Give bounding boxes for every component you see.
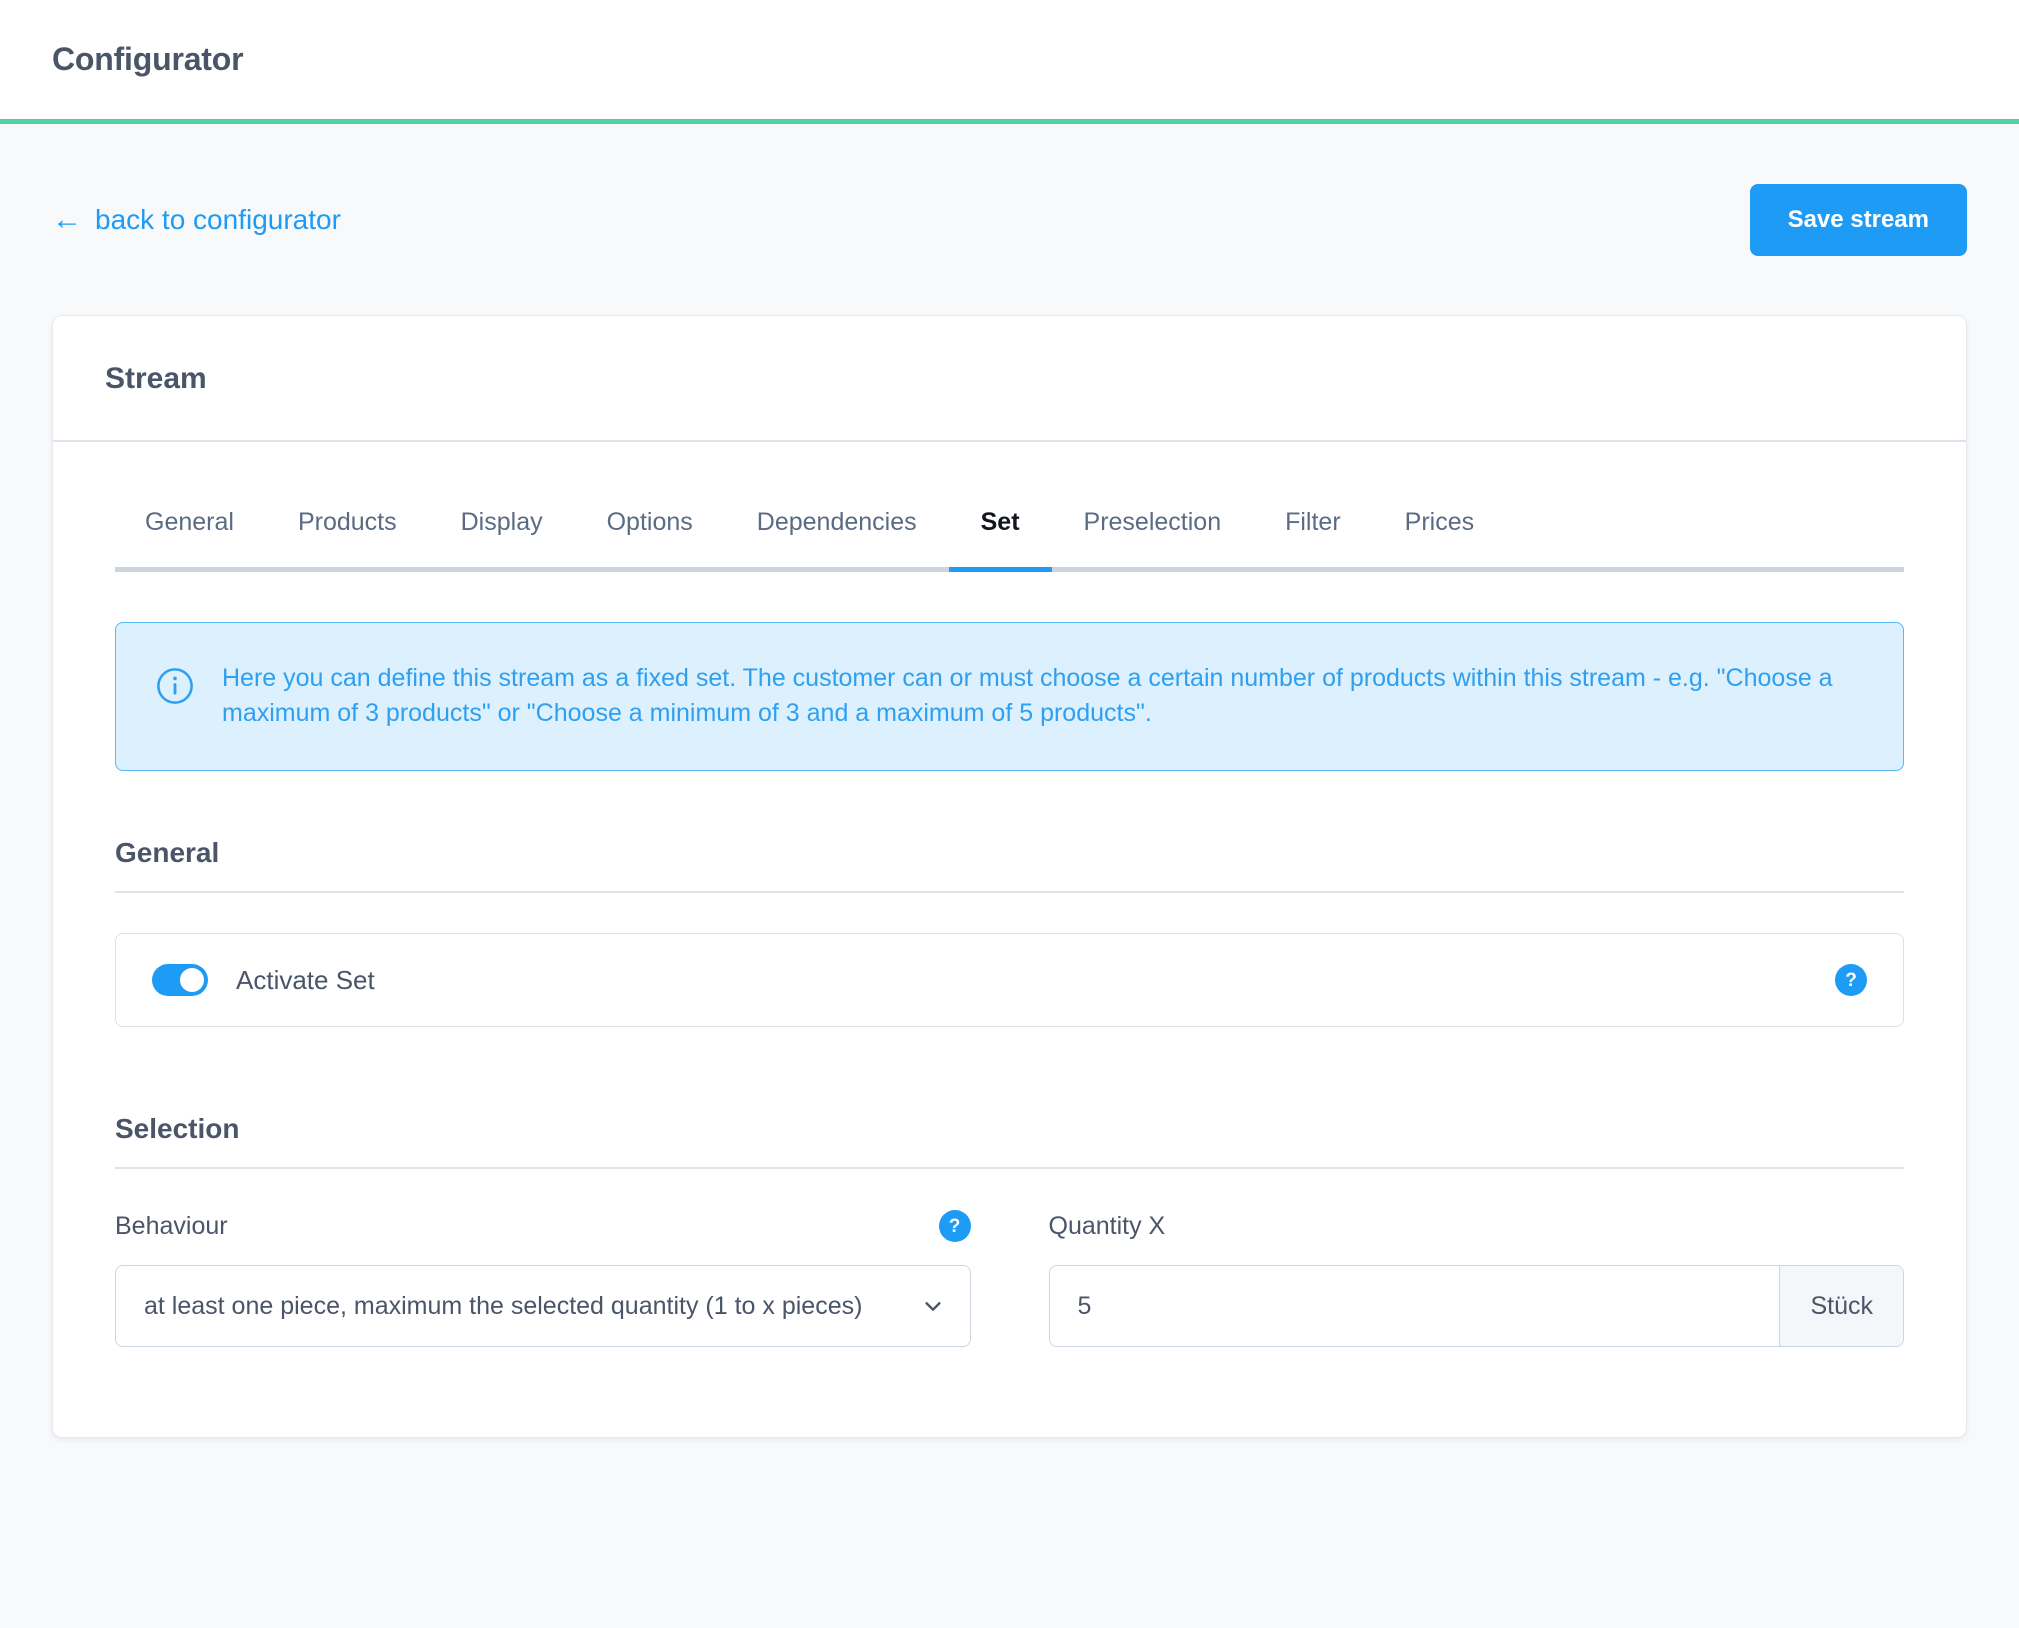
- tab-products[interactable]: Products: [266, 502, 429, 567]
- info-alert: Here you can define this stream as a fix…: [115, 622, 1904, 771]
- stream-card-header: Stream: [53, 316, 1966, 442]
- quantity-field: Quantity X Stück: [1048, 1209, 1905, 1347]
- behaviour-label-row: Behaviour ?: [115, 1209, 971, 1243]
- behaviour-select-value: at least one piece, maximum the selected…: [144, 1291, 863, 1320]
- activate-set-toggle[interactable]: [152, 964, 208, 996]
- tab-general[interactable]: General: [115, 502, 266, 567]
- quantity-unit-addon: Stück: [1779, 1266, 1903, 1346]
- tab-preselection[interactable]: Preselection: [1052, 502, 1254, 567]
- tab-dependencies[interactable]: Dependencies: [725, 502, 949, 567]
- activate-set-label: Activate Set: [236, 964, 375, 995]
- info-icon: [157, 668, 193, 704]
- tab-options[interactable]: Options: [575, 502, 725, 567]
- quantity-input[interactable]: [1049, 1266, 1780, 1346]
- tab-bar: General Products Display Options Depende…: [115, 502, 1904, 572]
- chevron-down-icon: [924, 1302, 941, 1311]
- action-bar: ← back to configurator Save stream: [0, 124, 2019, 315]
- tab-filter[interactable]: Filter: [1253, 502, 1373, 567]
- behaviour-select[interactable]: at least one piece, maximum the selected…: [115, 1265, 971, 1347]
- left-arrow-icon: ←: [52, 202, 82, 236]
- stream-card: Stream General Products Display Options …: [52, 315, 1967, 1438]
- page-title: Configurator: [52, 41, 244, 77]
- tab-set[interactable]: Set: [948, 502, 1052, 572]
- behaviour-label: Behaviour: [115, 1211, 228, 1240]
- behaviour-field: Behaviour ? at least one piece, maximum …: [115, 1209, 971, 1347]
- back-to-configurator-link[interactable]: ← back to configurator: [52, 204, 341, 236]
- quantity-input-group: Stück: [1048, 1265, 1904, 1347]
- tab-prices[interactable]: Prices: [1373, 502, 1506, 567]
- quantity-label-row: Quantity X: [1049, 1209, 1905, 1243]
- activate-set-help-icon[interactable]: ?: [1835, 964, 1867, 996]
- tab-display[interactable]: Display: [429, 502, 575, 567]
- activate-set-panel: Activate Set ?: [115, 933, 1904, 1027]
- stream-card-body: General Products Display Options Depende…: [53, 442, 1966, 1437]
- selection-section-title: Selection: [115, 1113, 1904, 1169]
- selection-form-row: Behaviour ? at least one piece, maximum …: [115, 1209, 1904, 1347]
- general-section-title: General: [115, 837, 1904, 893]
- info-alert-text: Here you can define this stream as a fix…: [222, 664, 1833, 727]
- activate-set-control-group: Activate Set: [152, 964, 375, 996]
- stream-card-title: Stream: [105, 362, 207, 395]
- toggle-knob: [180, 968, 204, 992]
- back-link-label: back to configurator: [95, 203, 341, 235]
- behaviour-help-icon[interactable]: ?: [938, 1210, 971, 1242]
- save-stream-button[interactable]: Save stream: [1749, 183, 1967, 256]
- app-header: Configurator: [0, 0, 2019, 124]
- quantity-label: Quantity X: [1048, 1211, 1166, 1240]
